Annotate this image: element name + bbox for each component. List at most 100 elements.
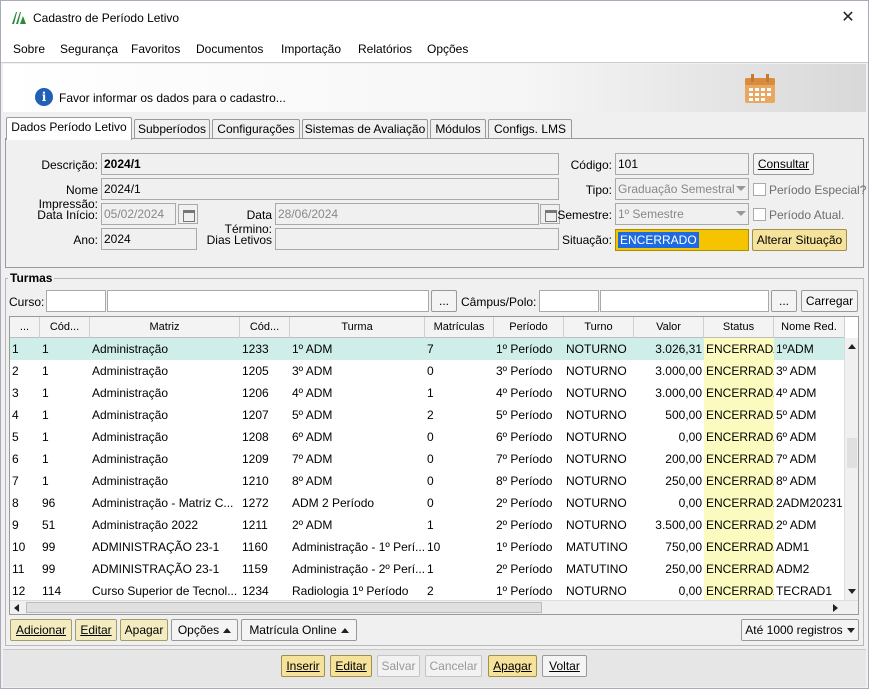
tab-modulos[interactable]: Módulos <box>430 119 486 139</box>
column-header[interactable]: Cód... <box>40 317 90 338</box>
salvar-button[interactable]: Salvar <box>377 655 420 677</box>
voltar-button[interactable]: Voltar <box>542 655 587 677</box>
table-cell: NOTURNO <box>566 518 627 532</box>
table-row[interactable]: 2 1 Administração 1205 3º ADM 0 3º Período NOTU… <box>10 360 845 382</box>
table-cell: 250,00 <box>665 562 702 576</box>
column-header[interactable]: Nome Red. <box>774 317 845 338</box>
curso-name-input[interactable] <box>107 290 429 312</box>
table-cell: 10 <box>427 540 441 554</box>
scroll-left-icon[interactable] <box>14 604 19 612</box>
tab-configuracoes[interactable]: Configurações <box>212 119 300 139</box>
vertical-scrollbar[interactable] <box>844 338 858 600</box>
table-cell: 250,00 <box>665 474 702 488</box>
menu-seguranca[interactable]: Segurança <box>60 42 118 56</box>
menu-sobre[interactable]: Sobre <box>13 42 45 56</box>
column-header[interactable]: Matrículas <box>425 317 494 338</box>
table-row[interactable]: 8 96 Administração - Matriz C... 1272 ADM 2 … <box>10 492 845 514</box>
semestre-select[interactable]: 1º Semestre <box>615 203 749 225</box>
menu-importacao[interactable]: Importação <box>281 42 341 56</box>
editar-turma-button[interactable]: Editar <box>75 619 117 641</box>
campus-name-input[interactable] <box>600 290 769 312</box>
scroll-right-icon[interactable] <box>833 604 838 612</box>
situacao-value: ENCERRADO <box>618 232 699 248</box>
dias-letivos-field[interactable] <box>275 228 559 250</box>
cancelar-button[interactable]: Cancelar <box>425 655 482 677</box>
table-cell: 1205 <box>242 364 269 378</box>
table-row[interactable]: 1 1 Administração 1233 1º ADM 7 1º Período NOTU… <box>10 338 845 360</box>
menu-relatorios[interactable]: Relatórios <box>358 42 412 56</box>
ano-field[interactable]: 2024 <box>101 228 197 250</box>
column-header[interactable]: ... <box>10 317 40 338</box>
table-cell: Administração <box>92 452 169 466</box>
tab-subperiodos[interactable]: Subperíodos <box>134 119 210 139</box>
column-header[interactable]: Valor <box>634 317 704 338</box>
close-icon[interactable]: ✕ <box>834 5 862 31</box>
table-cell: 99 <box>42 540 56 554</box>
table-cell: ENCERRADA <box>704 404 774 426</box>
data-termino-field[interactable]: 28/06/2024 <box>275 203 539 225</box>
limit-select[interactable]: Até 1000 registros <box>741 619 859 641</box>
campus-code-input[interactable] <box>539 290 599 312</box>
horizontal-scrollbar[interactable] <box>10 600 858 614</box>
table-row[interactable]: 11 99 ADMINISTRAÇÃO 23-1 1159 Administração … <box>10 558 845 580</box>
menu-documentos[interactable]: Documentos <box>196 42 263 56</box>
column-header[interactable]: Cód... <box>240 317 290 338</box>
table-row[interactable]: 9 51 Administração 2022 1211 2º ADM 1 2º Perío… <box>10 514 845 536</box>
scroll-up-icon[interactable] <box>848 344 856 349</box>
apagar-button[interactable]: Apagar <box>488 655 537 677</box>
table-cell: ENCERRADA <box>704 382 774 404</box>
table-cell: ENCERRADA <box>704 448 774 470</box>
column-header[interactable]: Turma <box>290 317 425 338</box>
adicionar-button[interactable]: Adicionar <box>10 619 72 641</box>
table-cell: 0 <box>427 430 434 444</box>
carregar-button[interactable]: Carregar <box>801 290 858 312</box>
scroll-thumb[interactable] <box>847 438 857 468</box>
consultar-button[interactable]: Consultar <box>753 153 814 175</box>
tab-dados-periodo-letivo[interactable]: Dados Período Letivo <box>6 117 132 140</box>
tab-sistemas-avaliacao[interactable]: Sistemas de Avaliação <box>302 119 428 139</box>
inserir-button[interactable]: Inserir <box>281 655 325 677</box>
campus-label: Câmpus/Polo: <box>461 295 537 309</box>
menu-opcoes[interactable]: Opções <box>427 42 468 56</box>
table-row[interactable]: 5 1 Administração 1208 6º ADM 0 6º Período NOTU… <box>10 426 845 448</box>
curso-search-button[interactable]: ... <box>431 290 457 312</box>
scroll-thumb-horizontal[interactable] <box>26 602 542 613</box>
codigo-field[interactable]: 101 <box>615 153 749 175</box>
column-header[interactable]: Período <box>494 317 564 338</box>
opcoes-button[interactable]: Opções <box>171 619 238 641</box>
data-inicio-field[interactable]: 05/02/2024 <box>101 203 176 225</box>
column-header[interactable]: Matriz <box>90 317 240 338</box>
situacao-field[interactable]: ENCERRADO <box>615 229 749 251</box>
table-cell: NOTURNO <box>566 386 627 400</box>
periodo-especial-checkbox[interactable] <box>753 183 766 196</box>
scroll-down-icon[interactable] <box>848 589 856 594</box>
table-row[interactable]: 6 1 Administração 1209 7º ADM 0 7º Período NOTU… <box>10 448 845 470</box>
table-cell: 1 <box>42 342 49 356</box>
column-header[interactable]: Turno <box>564 317 634 338</box>
editar-button[interactable]: Editar <box>330 655 372 677</box>
data-inicio-calendar-icon[interactable] <box>178 204 198 224</box>
campus-search-button[interactable]: ... <box>771 290 797 312</box>
table-row[interactable]: 4 1 Administração 1207 5º ADM 2 5º Período NOTU… <box>10 404 845 426</box>
table-row[interactable]: 7 1 Administração 1210 8º ADM 0 8º Período NOTU… <box>10 470 845 492</box>
semestre-label: Semestre: <box>557 208 612 222</box>
window-title: Cadastro de Período Letivo <box>33 11 180 25</box>
opcoes-label: Opções <box>177 623 220 637</box>
table-cell: 2º Período <box>496 496 553 510</box>
alterar-situacao-button[interactable]: Alterar Situação <box>752 229 847 251</box>
periodo-atual-checkbox[interactable] <box>753 208 766 221</box>
apagar-turma-button[interactable]: Apagar <box>120 619 168 641</box>
column-header[interactable]: Status <box>704 317 774 338</box>
tab-configs-lms[interactable]: Configs. LMS <box>488 119 572 139</box>
table-row[interactable]: 12 114 Curso Superior de Tecnol... 1234 Radi… <box>10 580 845 602</box>
table-cell: 2ADM20231 <box>776 496 843 510</box>
nome-impressao-field[interactable]: 2024/1 <box>101 178 559 200</box>
descricao-field[interactable]: 2024/1 <box>101 153 559 175</box>
tipo-select[interactable]: Graduação Semestral <box>615 178 749 200</box>
table-row[interactable]: 3 1 Administração 1206 4º ADM 1 4º Período NOTU… <box>10 382 845 404</box>
table-row[interactable]: 10 99 ADMINISTRAÇÃO 23-1 1160 Administração … <box>10 536 845 558</box>
table-cell: 1 <box>42 452 49 466</box>
matricula-online-button[interactable]: Matrícula Online <box>241 619 357 641</box>
curso-code-input[interactable] <box>46 290 106 312</box>
menu-favoritos[interactable]: Favoritos <box>131 42 180 56</box>
